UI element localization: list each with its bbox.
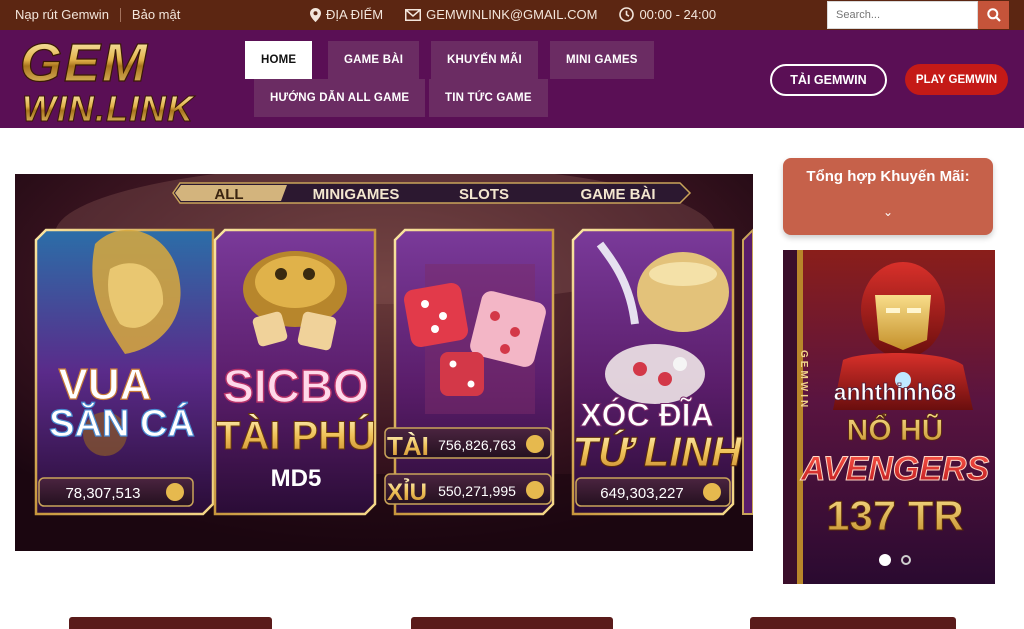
side-vertical-brand: GEMWIN: [798, 350, 809, 410]
chevron-down-icon: ⌄: [883, 205, 894, 219]
search-input[interactable]: [827, 1, 978, 29]
next-card-peek: [742, 228, 753, 515]
contact-info: ĐỊA ĐIỂM GEMWINLINK@GMAIL.COM 00:00 - 24…: [310, 7, 738, 22]
main-header: GEM WIN.LINK HOME GAME BÀI KHUYẾN MÃI MI…: [0, 30, 1024, 128]
side-banner-artwork: GEMWIN anhthinh68 NỔ HŨ AVENGERS 137 TR: [783, 250, 995, 584]
play-button[interactable]: PLAY GEMWIN: [905, 64, 1008, 95]
game-title-md5: MD5: [271, 465, 322, 492]
logo-text-winlink: WIN.LINK: [22, 88, 196, 125]
download-button[interactable]: TẢI GEMWIN: [770, 64, 887, 96]
side-banner[interactable]: GEMWIN anhthinh68 NỔ HŨ AVENGERS 137 TR: [783, 250, 995, 584]
mail-icon: [405, 8, 422, 21]
search-button[interactable]: [978, 1, 1009, 29]
divider: [119, 7, 121, 22]
top-bar: Nạp rút Gemwin Bảo mật ĐỊA ĐIỂM GEMWINLI…: [0, 0, 1024, 30]
game-card-tai-xiu[interactable]: TÀI 756,826,763 XỈU 550,271,995: [384, 228, 555, 516]
game-title-tai-phu: TÀI PHÚ: [216, 412, 376, 458]
nav-huong-dan[interactable]: HƯỚNG DẪN ALL GAME: [254, 79, 426, 117]
nav-tin-tuc[interactable]: TIN TỨC GAME: [429, 79, 548, 117]
search-form: [827, 1, 1009, 29]
jackpot-amount-tai: 756,826,763: [438, 437, 516, 453]
banner-tab-slots[interactable]: SLOTS: [459, 186, 509, 203]
banner-tab-all[interactable]: ALL: [214, 186, 243, 203]
nav-khuyen-mai[interactable]: KHUYẾN MÃI: [431, 41, 538, 79]
jackpot-amount-xiu: 550,271,995: [438, 483, 516, 499]
location-item[interactable]: ĐỊA ĐIỂM: [310, 7, 383, 22]
top-links: Nạp rút Gemwin Bảo mật: [15, 7, 180, 22]
coin-icon: [526, 481, 544, 499]
location-label: ĐỊA ĐIỂM: [326, 7, 384, 22]
carousel-dot-active[interactable]: [879, 554, 891, 566]
hours-label: 00:00 - 24:00: [639, 7, 717, 22]
email-label: GEMWINLINK@GMAIL.COM: [426, 7, 598, 22]
side-prize-amount: 137 TR: [826, 492, 964, 539]
bottom-thumbnail[interactable]: [69, 617, 272, 629]
side-title-no-hu: NỔ HŨ: [847, 413, 944, 447]
coin-icon: [166, 483, 184, 501]
promo-dropdown[interactable]: Tổng hợp Khuyến Mãi: ⌄: [783, 158, 993, 235]
nav-home[interactable]: HOME: [245, 41, 313, 79]
banner-tab-game-bai[interactable]: GAME BÀI: [581, 186, 656, 203]
nav-game-bai[interactable]: GAME BÀI: [328, 41, 420, 79]
side-title-avengers: AVENGERS: [800, 450, 990, 488]
site-logo[interactable]: GEM WIN.LINK: [18, 33, 214, 125]
coin-icon: [703, 483, 721, 501]
clock-icon: [619, 7, 635, 22]
banner-artwork: ALL MINIGAMES SLOTS GAME BÀI VUA SĂN CÁ …: [15, 174, 753, 551]
game-title-tu-linh: TỨ LINH: [572, 428, 743, 475]
email-item[interactable]: GEMWINLINK@GMAIL.COM: [405, 7, 597, 22]
promo-title: Tổng hợp Khuyến Mãi:: [806, 168, 970, 185]
game-card-sicbo[interactable]: SICBO TÀI PHÚ MD5: [213, 228, 377, 516]
jackpot-amount-vua-san-ca: 78,307,513: [65, 485, 140, 502]
nav-mini-games[interactable]: MINI GAMES: [550, 41, 654, 79]
bottom-thumbnail[interactable]: [411, 617, 613, 629]
top-link-baomat[interactable]: Bảo mật: [132, 7, 180, 22]
game-card-xoc-dia[interactable]: XÓC ĐĨA TỨ LINH 649,303,227: [571, 228, 744, 516]
jackpot-amount-xoc-dia: 649,303,227: [600, 485, 683, 502]
coin-icon: [526, 435, 544, 453]
side-winner-name: anhthinh68: [834, 379, 957, 405]
game-title-sicbo: SICBO: [223, 360, 369, 412]
main-banner[interactable]: ALL MINIGAMES SLOTS GAME BÀI VUA SĂN CÁ …: [15, 174, 753, 551]
map-pin-icon: [310, 7, 321, 22]
logo-text-gem: GEM: [20, 33, 149, 93]
carousel-dot[interactable]: [901, 555, 911, 565]
game-title-vua: VUA: [59, 360, 152, 409]
label-tai: TÀI: [387, 431, 429, 461]
game-card-vua-san-ca[interactable]: VUA SĂN CÁ 78,307,513: [34, 228, 215, 516]
banner-tab-minigames[interactable]: MINIGAMES: [313, 186, 400, 203]
top-link-naprut[interactable]: Nạp rút Gemwin: [15, 7, 109, 22]
game-title-san-ca: SĂN CÁ: [49, 401, 195, 445]
label-xiu: XỈU: [387, 477, 427, 506]
search-icon: [986, 8, 1001, 22]
bottom-thumbnail[interactable]: [750, 617, 956, 629]
hours-item: 00:00 - 24:00: [619, 7, 716, 22]
